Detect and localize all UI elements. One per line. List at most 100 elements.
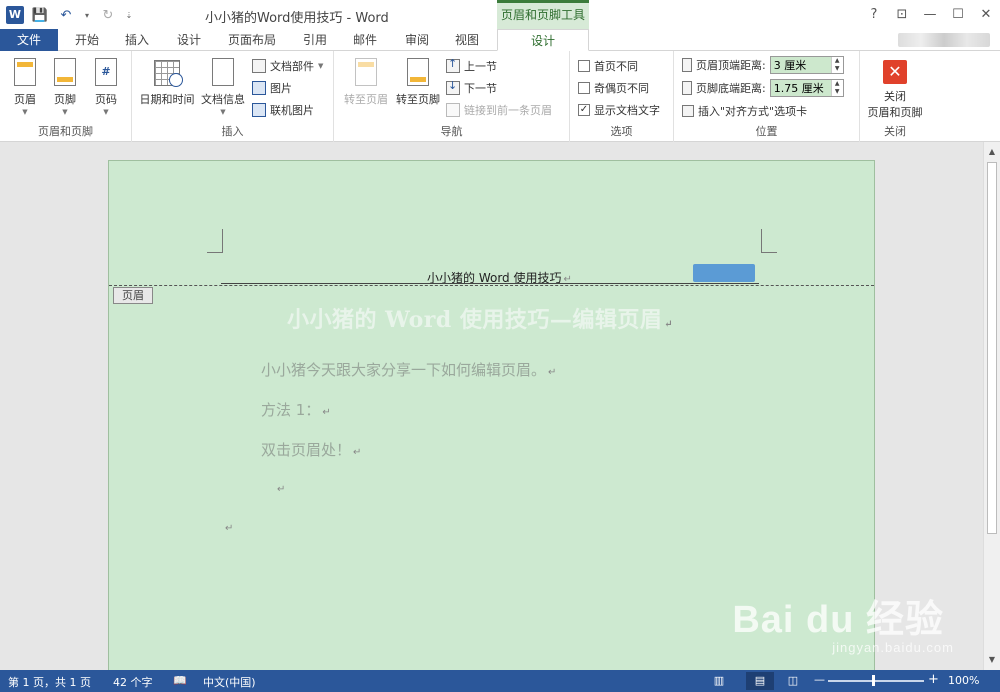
tab-review[interactable]: 审阅: [402, 29, 432, 51]
next-section-button[interactable]: 下一节: [446, 78, 497, 98]
body-paragraph[interactable]: 方法 1： ↵: [261, 399, 331, 420]
group-header-footer: 页眉 ▼ 页脚 ▼ # 页码 ▼ 页眉和页脚: [0, 51, 132, 142]
online-picture-icon: [252, 103, 266, 117]
tab-home[interactable]: 开始: [72, 29, 102, 51]
document-title[interactable]: 小小猪的 Word 使用技巧—编辑页眉 ↵: [287, 302, 673, 334]
header-icon: [14, 58, 36, 86]
page-number-button[interactable]: # 页码 ▼: [84, 56, 128, 116]
word-count[interactable]: 42 个字: [113, 674, 153, 690]
zoom-level[interactable]: 100%: [948, 674, 979, 687]
tab-insert[interactable]: 插入: [122, 29, 152, 51]
spinner-arrows-icon[interactable]: ▲ ▼: [830, 80, 843, 96]
quick-parts-icon: [252, 59, 266, 73]
zoom-out-icon[interactable]: —: [814, 673, 825, 686]
different-first-page-checkbox[interactable]: 首页不同: [578, 56, 638, 76]
body-paragraph[interactable]: 双击页眉处！ ↵: [261, 439, 361, 460]
status-bar: 第 1 页，共 1 页 42 个字 📖 中文(中国) ▥ ▤ ◫ — + 100…: [0, 670, 1000, 692]
footer-bottom-spinner[interactable]: ▲▼: [769, 79, 844, 97]
maximize-icon[interactable]: ☐: [944, 0, 972, 29]
tab-file[interactable]: 文件: [0, 29, 58, 51]
paragraph-mark-icon: ↵: [664, 319, 674, 330]
picture-button[interactable]: 图片: [252, 78, 292, 98]
group-label: 页眉和页脚: [38, 125, 93, 138]
account-area[interactable]: [898, 33, 990, 47]
online-picture-button[interactable]: 联机图片: [252, 100, 314, 120]
checkbox-icon: [578, 82, 590, 94]
page-count[interactable]: 第 1 页，共 1 页: [8, 674, 91, 690]
header-top-input[interactable]: [770, 57, 831, 73]
redo-icon[interactable]: ↻: [98, 5, 118, 25]
link-to-previous-button[interactable]: 链接到前一条页眉: [446, 100, 552, 120]
footer-bottom-input[interactable]: [770, 80, 831, 96]
spinner-arrows-icon[interactable]: ▲ ▼: [830, 57, 843, 73]
proofing-icon[interactable]: 📖: [173, 674, 187, 687]
paragraph-mark-icon: ↵: [277, 484, 286, 495]
scrollbar-thumb[interactable]: [987, 162, 997, 534]
doc-info-label: 文档信息: [201, 93, 245, 106]
tab-page-layout[interactable]: 页面布局: [226, 29, 278, 51]
group-label: 插入: [221, 125, 244, 138]
goto-header-button[interactable]: 转至页眉: [340, 56, 392, 107]
vertical-scrollbar[interactable]: ▲ ▼: [983, 142, 1000, 670]
scroll-down-icon[interactable]: ▼: [984, 652, 1000, 668]
header-position-icon: [682, 58, 692, 72]
link-to-previous-label: 链接到前一条页眉: [464, 104, 552, 117]
read-mode-icon[interactable]: ▥: [710, 672, 728, 690]
print-layout-icon[interactable]: ▤: [746, 672, 774, 690]
word-logo-icon[interactable]: W: [6, 6, 24, 24]
show-document-text-checkbox[interactable]: ✓ 显示文档文字: [578, 100, 660, 120]
tab-mailings[interactable]: 邮件: [350, 29, 380, 51]
customize-qat-icon[interactable]: ⇣: [124, 5, 134, 25]
watermark-logo: Bai du 经验: [732, 599, 944, 641]
checkbox-icon: [578, 60, 590, 72]
previous-section-label: 上一节: [464, 60, 497, 73]
header-top-spinner[interactable]: ▲▼: [769, 56, 844, 74]
chevron-down-icon: ▼: [103, 108, 109, 116]
close-icon[interactable]: ✕: [972, 0, 1000, 29]
minimize-icon[interactable]: —: [916, 0, 944, 29]
goto-footer-button[interactable]: 转至页脚: [392, 56, 444, 107]
web-layout-icon[interactable]: ◫: [784, 672, 802, 690]
quick-parts-button[interactable]: 文档部件 ▼: [252, 56, 323, 76]
clock-icon: [169, 73, 183, 87]
tab-design[interactable]: 设计: [174, 29, 204, 51]
tab-header-footer-design[interactable]: 设计: [497, 29, 589, 51]
footer-position-icon: [682, 81, 692, 95]
zoom-slider[interactable]: [828, 680, 924, 682]
title-bar: W 💾 ↶ ▾ ↻ ⇣ 小小猪的Word使用技巧 - Word 页眉和页脚工具 …: [0, 0, 1000, 29]
group-insert: 日期和时间 文档信息 ▼ 文档部件 ▼ 图片 联机图片 插入: [132, 51, 334, 142]
zoom-in-icon[interactable]: +: [928, 672, 939, 687]
undo-dropdown-icon[interactable]: ▾: [82, 5, 92, 25]
tab-references[interactable]: 引用: [300, 29, 330, 51]
crop-mark-right: [761, 229, 777, 253]
footer-button[interactable]: 页脚 ▼: [43, 56, 87, 116]
scroll-up-icon[interactable]: ▲: [984, 144, 1000, 160]
calendar-icon: [154, 60, 183, 87]
undo-icon[interactable]: ↶: [56, 5, 76, 25]
different-first-page-label: 首页不同: [594, 60, 638, 73]
ribbon-display-options-icon[interactable]: ⊡: [888, 0, 916, 29]
close-header-footer-button[interactable]: ✕ 关闭 页眉和页脚: [863, 54, 927, 120]
previous-section-button[interactable]: 上一节: [446, 56, 497, 76]
header-button[interactable]: 页眉 ▼: [3, 56, 47, 116]
help-icon[interactable]: ?: [860, 0, 888, 29]
save-icon[interactable]: 💾: [30, 5, 50, 25]
header-top-label: 页眉顶端距离:: [696, 59, 766, 72]
header-button-label: 页眉: [14, 93, 36, 106]
odd-even-checkbox[interactable]: 奇偶页不同: [578, 78, 649, 98]
group-label: 位置: [755, 125, 778, 138]
header-tag-label: 页眉: [113, 287, 153, 304]
insert-alignment-tab-label: 插入"对齐方式"选项卡: [698, 105, 808, 118]
header-boundary: [109, 285, 874, 286]
insert-alignment-tab-button[interactable]: 插入"对齐方式"选项卡: [682, 101, 807, 121]
doc-info-button[interactable]: 文档信息 ▼: [198, 56, 248, 116]
zoom-slider-thumb[interactable]: [872, 675, 875, 686]
arrow-down-icon: [446, 79, 460, 95]
paragraph-mark-icon: ↵: [322, 407, 331, 418]
language-indicator[interactable]: 中文(中国): [203, 674, 256, 690]
goto-footer-icon: [407, 58, 429, 86]
document-title-text[interactable]: 小小猪的 Word 使用技巧—编辑页眉: [287, 307, 662, 333]
tab-view[interactable]: 视图: [452, 29, 482, 51]
date-time-button[interactable]: 日期和时间: [136, 56, 198, 107]
body-paragraph[interactable]: 小小猪今天跟大家分享一下如何编辑页眉。 ↵: [261, 359, 556, 380]
